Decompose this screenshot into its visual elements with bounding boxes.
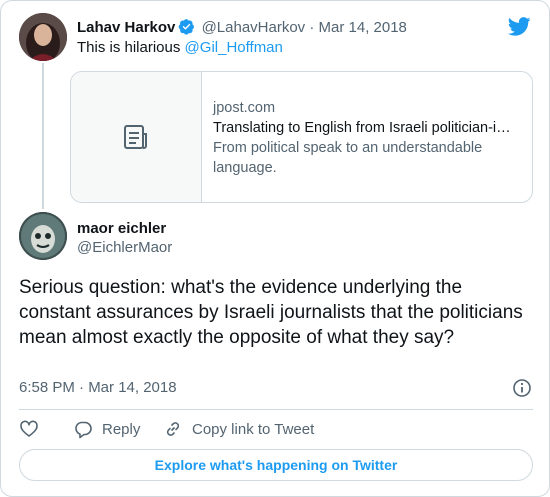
reply-icon — [75, 421, 92, 439]
reply-label: Reply — [102, 420, 141, 438]
link-domain: jpost.com — [213, 100, 276, 116]
author-name[interactable]: maor eichler — [77, 219, 166, 239]
explore-button[interactable]: Explore what's happening on Twitter — [19, 449, 533, 481]
avatar-maor-eichler — [19, 212, 67, 260]
verified-badge-icon — [179, 19, 195, 35]
divider — [19, 409, 533, 410]
author-handle[interactable]: @LahavHarkov — [202, 19, 306, 36]
tweet-date[interactable]: Mar 14, 2018 — [319, 19, 407, 36]
document-icon — [124, 125, 147, 149]
parent-tweet-text: This is hilarious @Gil_Hoffman — [77, 38, 283, 58]
link-icon — [166, 422, 180, 436]
link-preview-card[interactable]: jpost.com Translating to English from Is… — [70, 71, 533, 203]
heart-icon — [20, 420, 38, 437]
avatar-lahav-harkov — [19, 13, 67, 61]
info-icon[interactable] — [512, 378, 532, 398]
link-title: Translating to English from Israeli poli… — [213, 120, 511, 136]
tweet-text-prefix: This is hilarious — [77, 39, 185, 56]
tweet-embed-card: Lahav Harkov @LahavHarkov · Mar 14, 2018… — [0, 0, 550, 497]
link-thumbnail — [71, 72, 202, 202]
parent-tweet-header: Lahav Harkov @LahavHarkov · Mar 14, 2018 — [77, 18, 407, 38]
thread-connector-line — [42, 63, 44, 209]
tweet-timestamp[interactable]: 6:58 PM · Mar 14, 2018 — [19, 378, 177, 398]
mention-link[interactable]: @Gil_Hoffman — [185, 39, 283, 56]
author-handle[interactable]: @EichlerMaor — [77, 238, 172, 258]
copy-link-label: Copy link to Tweet — [192, 420, 315, 438]
avatar[interactable] — [19, 13, 67, 61]
link-card-body: jpost.com Translating to English from Is… — [213, 98, 523, 178]
twitter-bird-icon[interactable] — [508, 17, 531, 36]
dot-separator: · — [309, 19, 315, 36]
copy-link-button[interactable]: Copy link to Tweet — [163, 419, 314, 439]
author-name[interactable]: Lahav Harkov — [77, 19, 175, 36]
link-description: From political speak to an understandabl… — [213, 140, 483, 176]
avatar[interactable] — [19, 212, 67, 260]
like-button[interactable] — [19, 419, 48, 439]
reply-button[interactable]: Reply — [73, 419, 140, 439]
tweet-text: Serious question: what's the evidence un… — [19, 277, 523, 348]
